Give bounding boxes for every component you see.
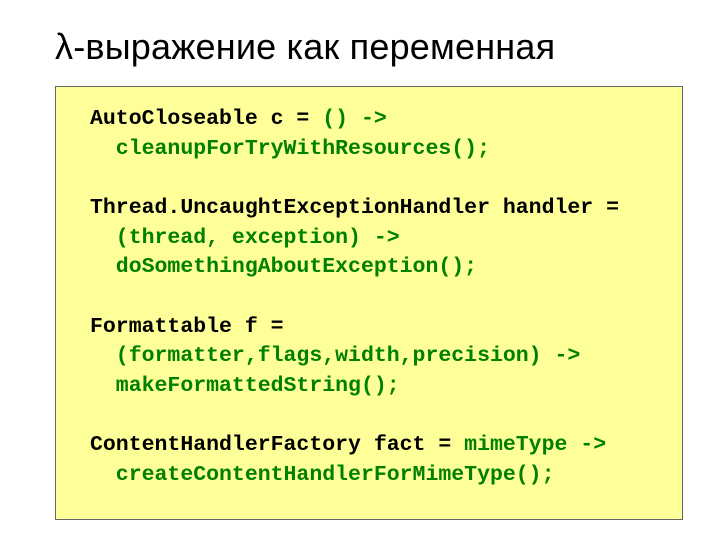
code-line-highlight: () -> bbox=[322, 107, 387, 131]
code-line-highlight: (formatter,flags,width,precision) -> bbox=[90, 344, 580, 368]
code-line: Thread.UncaughtExceptionHandler handler … bbox=[90, 196, 619, 220]
code-line: Formattable f = bbox=[90, 315, 284, 339]
code-line-highlight: makeFormattedString(); bbox=[90, 374, 400, 398]
code-line: AutoCloseable c = bbox=[90, 107, 322, 131]
code-line-highlight: doSomethingAboutException(); bbox=[90, 255, 477, 279]
code-line: ContentHandlerFactory fact = bbox=[90, 433, 464, 457]
code-line-highlight: mimeType -> bbox=[464, 433, 606, 457]
slide-title: λ-выражение как переменная bbox=[55, 26, 690, 68]
code-line-highlight: (thread, exception) -> bbox=[90, 226, 400, 250]
code-line-highlight: cleanupForTryWithResources(); bbox=[90, 137, 490, 161]
slide: λ-выражение как переменная AutoCloseable… bbox=[0, 0, 720, 540]
code-block: AutoCloseable c = () -> cleanupForTryWit… bbox=[55, 86, 683, 520]
code-line-highlight: createContentHandlerForMimeType(); bbox=[90, 463, 554, 487]
